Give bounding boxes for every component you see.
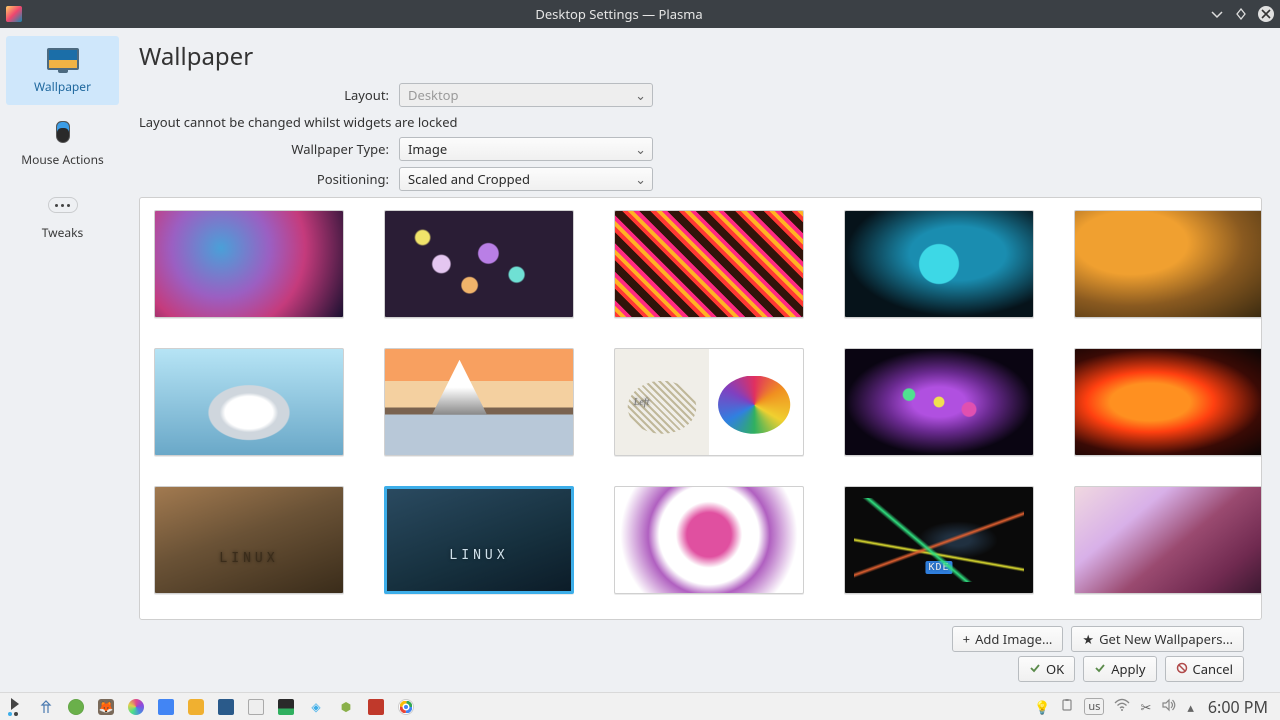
sidebar-item-label: Mouse Actions bbox=[21, 151, 103, 168]
wallpaper-thumbnail[interactable] bbox=[614, 486, 804, 594]
sidebar: Wallpaper Mouse Actions Tweaks bbox=[0, 28, 125, 692]
sidebar-item-tweaks[interactable]: Tweaks bbox=[6, 182, 119, 251]
sidebar-item-label: Tweaks bbox=[42, 224, 84, 241]
cancel-button[interactable]: Cancel bbox=[1165, 656, 1244, 682]
chevron-down-icon: ⌄ bbox=[635, 170, 646, 188]
wallpaper-thumbnail[interactable] bbox=[844, 348, 1034, 456]
plus-icon: + bbox=[963, 630, 970, 648]
window-titlebar: Desktop Settings — Plasma bbox=[0, 0, 1280, 28]
wallpaper-thumbnail[interactable] bbox=[154, 348, 344, 456]
thumbnail-caption: KDE bbox=[925, 561, 952, 574]
taskbar-app-icon[interactable] bbox=[398, 699, 414, 715]
wifi-icon[interactable] bbox=[1114, 698, 1130, 716]
tray-expand-icon[interactable]: ▴ bbox=[1187, 698, 1194, 716]
get-new-wallpapers-button[interactable]: ★ Get New Wallpapers... bbox=[1071, 626, 1244, 652]
wallpaper-type-select[interactable]: Image ⌄ bbox=[399, 137, 653, 161]
window-maximize-icon[interactable] bbox=[1234, 7, 1248, 21]
wallpaper-grid[interactable]: LeftRight LINUX LINUX KDE bbox=[139, 197, 1262, 620]
sidebar-item-mouse-actions[interactable]: Mouse Actions bbox=[6, 109, 119, 178]
positioning-label: Positioning: bbox=[139, 170, 399, 188]
hint-icon[interactable]: 💡 bbox=[1034, 698, 1050, 716]
wallpaper-thumbnail[interactable] bbox=[614, 210, 804, 318]
layout-locked-note: Layout cannot be changed whilst widgets … bbox=[139, 113, 1262, 131]
cancel-icon bbox=[1176, 660, 1188, 678]
taskbar: 🦊 ◈ ⬢ 💡 us ✂ ▴ 6:00 PM bbox=[0, 692, 1280, 720]
taskbar-app-icon[interactable] bbox=[158, 699, 174, 715]
add-image-button[interactable]: + Add Image... bbox=[952, 626, 1064, 652]
wallpaper-thumbnail[interactable] bbox=[1074, 486, 1262, 594]
taskbar-app-icon[interactable] bbox=[188, 699, 204, 715]
apply-button[interactable]: Apply bbox=[1083, 656, 1156, 682]
layout-value: Desktop bbox=[408, 86, 459, 104]
keyboard-layout[interactable]: us bbox=[1084, 698, 1104, 715]
chevron-down-icon: ⌄ bbox=[635, 86, 646, 104]
wallpaper-thumbnail[interactable] bbox=[1074, 210, 1262, 318]
mouse-icon bbox=[43, 117, 83, 147]
taskbar-app-icon[interactable] bbox=[218, 699, 234, 715]
clock[interactable]: 6:00 PM bbox=[1204, 696, 1272, 718]
positioning-value: Scaled and Cropped bbox=[408, 170, 530, 188]
volume-icon[interactable] bbox=[1161, 698, 1177, 716]
layout-label: Layout: bbox=[139, 86, 399, 104]
star-icon: ★ bbox=[1082, 630, 1094, 648]
page-title: Wallpaper bbox=[139, 40, 1262, 73]
wallpaper-thumbnail[interactable] bbox=[844, 210, 1034, 318]
ok-button[interactable]: OK bbox=[1018, 656, 1075, 682]
wallpaper-thumbnail[interactable] bbox=[384, 348, 574, 456]
taskbar-app-icon[interactable] bbox=[128, 699, 144, 715]
taskbar-app-icon[interactable] bbox=[248, 699, 264, 715]
thumbnail-caption: LINUX bbox=[449, 548, 508, 563]
taskbar-app-icon[interactable] bbox=[68, 699, 84, 715]
wallpaper-thumbnail[interactable] bbox=[384, 210, 574, 318]
add-image-label: Add Image... bbox=[975, 630, 1052, 648]
thumbnail-caption: LINUX bbox=[219, 551, 278, 566]
clipboard-icon[interactable] bbox=[1060, 698, 1074, 716]
window-close-icon[interactable] bbox=[1258, 6, 1274, 22]
taskbar-app-icon[interactable]: 🦊 bbox=[98, 699, 114, 715]
sidebar-item-label: Wallpaper bbox=[34, 78, 91, 95]
ok-label: OK bbox=[1046, 660, 1064, 678]
wallpaper-thumbnail[interactable] bbox=[1074, 348, 1262, 456]
check-icon bbox=[1029, 660, 1041, 678]
chevron-down-icon: ⌄ bbox=[635, 140, 646, 158]
wallpaper-thumbnail[interactable]: LINUX bbox=[384, 486, 574, 594]
taskbar-app-icon[interactable] bbox=[368, 699, 384, 715]
app-icon bbox=[6, 6, 22, 22]
launcher-icon[interactable] bbox=[8, 699, 24, 715]
monitor-icon bbox=[43, 44, 83, 74]
cancel-label: Cancel bbox=[1193, 660, 1233, 678]
apply-label: Apply bbox=[1111, 660, 1145, 678]
wallpaper-thumbnail[interactable]: LINUX bbox=[154, 486, 344, 594]
sidebar-item-wallpaper[interactable]: Wallpaper bbox=[6, 36, 119, 105]
window-minimize-icon[interactable] bbox=[1210, 7, 1224, 21]
check-icon bbox=[1094, 660, 1106, 678]
wallpaper-type-value: Image bbox=[408, 140, 447, 158]
taskbar-app-icon[interactable] bbox=[38, 699, 54, 715]
wallpaper-thumbnail[interactable] bbox=[154, 210, 344, 318]
more-icon bbox=[43, 190, 83, 220]
positioning-select[interactable]: Scaled and Cropped ⌄ bbox=[399, 167, 653, 191]
window-title: Desktop Settings — Plasma bbox=[28, 5, 1210, 23]
layout-select: Desktop ⌄ bbox=[399, 83, 653, 107]
taskbar-app-icon[interactable]: ◈ bbox=[308, 699, 324, 715]
wallpaper-type-label: Wallpaper Type: bbox=[139, 140, 399, 158]
wallpaper-thumbnail[interactable]: LeftRight bbox=[614, 348, 804, 456]
taskbar-app-icon[interactable] bbox=[278, 699, 294, 715]
get-new-label: Get New Wallpapers... bbox=[1099, 630, 1233, 648]
clipboard-icon[interactable]: ✂ bbox=[1140, 698, 1151, 716]
wallpaper-thumbnail[interactable]: KDE bbox=[844, 486, 1034, 594]
taskbar-app-icon[interactable]: ⬢ bbox=[338, 699, 354, 715]
